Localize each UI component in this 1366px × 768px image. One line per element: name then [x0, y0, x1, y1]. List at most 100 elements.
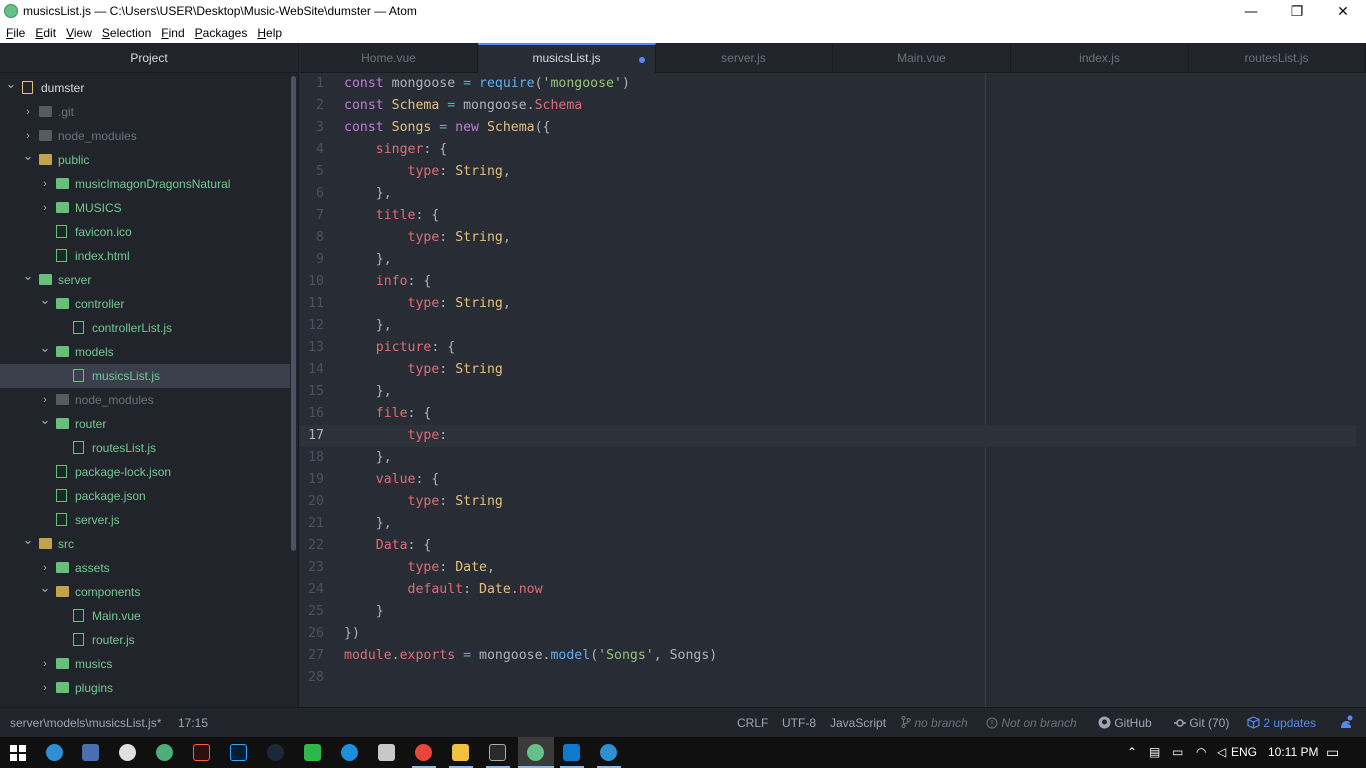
line-number[interactable]: 12: [300, 315, 324, 337]
windows-start-icon[interactable]: [10, 745, 26, 761]
tree-item[interactable]: ⌄ src: [0, 532, 290, 556]
line-number[interactable]: 10: [300, 271, 324, 293]
line-number[interactable]: 24: [300, 579, 324, 601]
line-number[interactable]: 18: [300, 447, 324, 469]
code-line[interactable]: 4 singer: {: [300, 139, 1356, 161]
tree-item[interactable]: › musics: [0, 652, 290, 676]
code-line[interactable]: 13 picture: {: [300, 337, 1356, 359]
vscode-taskbar-icon[interactable]: [563, 744, 580, 761]
tree-item[interactable]: musicsList.js: [0, 364, 290, 388]
volume-icon[interactable]: ◁: [1217, 737, 1226, 768]
code-line[interactable]: 16 file: {: [300, 403, 1356, 425]
modified-dot-icon[interactable]: [639, 57, 645, 63]
tree-item[interactable]: ⌄ controller: [0, 292, 290, 316]
code-line[interactable]: 14 type: String: [300, 359, 1356, 381]
code-line[interactable]: 20 type: String: [300, 491, 1356, 513]
chevron-right-icon[interactable]: ›: [39, 676, 51, 700]
close-button[interactable]: ✕: [1320, 0, 1366, 23]
menu-selection[interactable]: Selection: [102, 23, 151, 43]
tree-view-scrollbar[interactable]: [291, 76, 296, 551]
line-number[interactable]: 14: [300, 359, 324, 381]
chevron-down-icon[interactable]: ⌄: [22, 144, 34, 168]
minimize-button[interactable]: —: [1228, 0, 1274, 23]
code-line[interactable]: 18 },: [300, 447, 1356, 469]
chevron-down-icon[interactable]: ⌄: [22, 528, 34, 552]
code-line[interactable]: 7 title: {: [300, 205, 1356, 227]
line-number[interactable]: 8: [300, 227, 324, 249]
menu-help[interactable]: Help: [257, 23, 282, 43]
clock[interactable]: 10:11 PM: [1268, 737, 1318, 768]
tree-item[interactable]: › .git: [0, 100, 290, 124]
chevron-right-icon[interactable]: ›: [39, 652, 51, 676]
code-line[interactable]: 28: [300, 667, 1356, 689]
tree-item[interactable]: › musicImagonDragonsNatural: [0, 172, 290, 196]
line-number[interactable]: 23: [300, 557, 324, 579]
status-grammar[interactable]: JavaScript: [830, 708, 886, 738]
terminal-taskbar-icon[interactable]: [489, 744, 506, 761]
language-indicator[interactable]: ENG: [1231, 737, 1257, 768]
chevron-down-icon[interactable]: ⌄: [22, 264, 34, 288]
chevron-down-icon[interactable]: ⌄: [39, 408, 51, 432]
tree-item[interactable]: package.json: [0, 484, 290, 508]
tree-item[interactable]: router.js: [0, 628, 290, 652]
tree-item[interactable]: Main.vue: [0, 604, 290, 628]
chevron-right-icon[interactable]: ›: [22, 100, 34, 124]
adobe-photoshop-taskbar-icon[interactable]: [230, 744, 247, 761]
status-github[interactable]: GitHub: [1098, 708, 1152, 738]
code-line[interactable]: 22 Data: {: [300, 535, 1356, 557]
code-line[interactable]: 24 default: Date.now: [300, 579, 1356, 601]
line-number[interactable]: 1: [300, 73, 324, 95]
line-number[interactable]: 3: [300, 117, 324, 139]
menu-find[interactable]: Find: [161, 23, 184, 43]
atom-active-taskbar-icon[interactable]: [527, 744, 544, 761]
code-line[interactable]: 8 type: String,: [300, 227, 1356, 249]
text-editor[interactable]: 1 const mongoose = require('mongoose') 2 co…: [300, 73, 1366, 707]
line-number[interactable]: 20: [300, 491, 324, 513]
code-line[interactable]: 15 },: [300, 381, 1356, 403]
action-center-icon[interactable]: ▭: [1326, 737, 1339, 768]
tree-item[interactable]: favicon.ico: [0, 220, 290, 244]
line-number[interactable]: 7: [300, 205, 324, 227]
code-line[interactable]: 3 const Songs = new Schema({: [300, 117, 1356, 139]
telegram-running-taskbar-icon[interactable]: [600, 744, 617, 761]
file-explorer-taskbar-icon[interactable]: [452, 744, 469, 761]
editor-tab[interactable]: Home.vue: [300, 43, 478, 73]
tree-item[interactable]: package-lock.json: [0, 460, 290, 484]
status-file-path[interactable]: server\models\musicsList.js*: [10, 708, 161, 738]
line-number[interactable]: 11: [300, 293, 324, 315]
wifi-icon[interactable]: ◠: [1196, 737, 1206, 768]
tree-item[interactable]: ⌄ public: [0, 148, 290, 172]
keyboard-icon[interactable]: ▤: [1149, 737, 1160, 768]
line-number[interactable]: 22: [300, 535, 324, 557]
line-number[interactable]: 13: [300, 337, 324, 359]
code-line[interactable]: 9 },: [300, 249, 1356, 271]
status-updates[interactable]: 2 updates: [1247, 708, 1316, 738]
code-line[interactable]: 10 info: {: [300, 271, 1356, 293]
code-line[interactable]: 27 module.exports = mongoose.model('Songs…: [300, 645, 1356, 667]
tree-item[interactable]: index.html: [0, 244, 290, 268]
telegram-taskbar-icon[interactable]: [46, 744, 63, 761]
status-git[interactable]: Git (70): [1174, 708, 1229, 738]
editor-tab[interactable]: index.js: [1011, 43, 1189, 73]
status-line-ending[interactable]: CRLF: [737, 708, 768, 738]
line-number[interactable]: 9: [300, 249, 324, 271]
code-line[interactable]: 17 type:: [300, 425, 1356, 447]
tree-item[interactable]: ⌄ components: [0, 580, 290, 604]
steam-taskbar-icon[interactable]: [267, 744, 284, 761]
status-remote[interactable]: Not on branch: [986, 708, 1077, 738]
paint-app-taskbar-icon[interactable]: [378, 744, 395, 761]
tree-item[interactable]: routesList.js: [0, 436, 290, 460]
code-line[interactable]: 26}): [300, 623, 1356, 645]
code-line[interactable]: 2 const Schema = mongoose.Schema: [300, 95, 1356, 117]
line-number[interactable]: 21: [300, 513, 324, 535]
line-number[interactable]: 28: [300, 667, 324, 689]
menu-file[interactable]: File: [6, 23, 25, 43]
squirrel-icon[interactable]: [1338, 708, 1354, 738]
status-cursor-position[interactable]: 17:15: [178, 708, 208, 738]
edge-taskbar-icon[interactable]: [341, 744, 358, 761]
explorer-window-taskbar-icon[interactable]: [82, 744, 99, 761]
line-number[interactable]: 25: [300, 601, 324, 623]
tree-item[interactable]: › node_modules: [0, 124, 290, 148]
tree-item[interactable]: ⌄ models: [0, 340, 290, 364]
battery-icon[interactable]: ▭: [1172, 737, 1183, 768]
